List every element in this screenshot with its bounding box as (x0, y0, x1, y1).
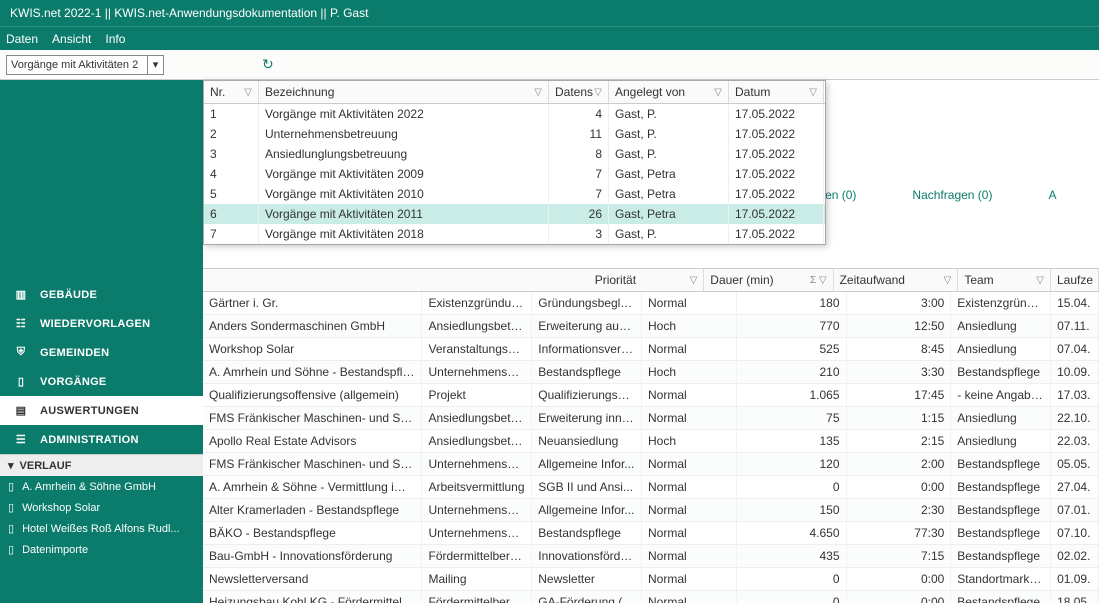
sidebar-item-label: GEBÄUDE (40, 289, 97, 301)
table-row[interactable]: A. Amrhein & Söhne - Vermittlung im R...… (203, 476, 1099, 499)
report-selector[interactable]: Vorgänge mit Aktivitäten 2 ▾ (6, 55, 164, 75)
nav-icon: ▤ (12, 404, 30, 417)
chevron-down-icon[interactable]: ▾ (147, 56, 163, 74)
filter-icon[interactable]: ▽ (534, 87, 542, 98)
table-row[interactable]: Anders Sondermaschinen GmbHAnsiedlungsbe… (203, 315, 1099, 338)
filter-icon[interactable]: Σ ▽ (810, 275, 827, 286)
dropdown-row[interactable]: 7Vorgänge mit Aktivitäten 20183Gast, P.1… (204, 224, 825, 244)
table-row[interactable]: NewsletterversandMailingNewsletterNormal… (203, 568, 1099, 591)
menu-daten[interactable]: Daten (6, 32, 38, 46)
sidebar-item-gebäude[interactable]: ▥ GEBÄUDE (0, 280, 203, 309)
table-row[interactable]: FMS Fränkischer Maschinen- und Stahl...U… (203, 453, 1099, 476)
table-row[interactable]: Heizungsbau Kohl KG - Fördermittelber...… (203, 591, 1099, 603)
nav-icon: ▥ (12, 288, 30, 301)
sidebar-item-auswertungen[interactable]: ▤ AUSWERTUNGEN (0, 396, 203, 425)
table-row[interactable]: Apollo Real Estate AdvisorsAnsiedlungsbe… (203, 430, 1099, 453)
nav-icon: ☰ (12, 433, 30, 446)
table-row[interactable]: FMS Fränkischer Maschinen- und Stahl...A… (203, 407, 1099, 430)
sidebar-item-wiedervorlagen[interactable]: ☷ WIEDERVORLAGEN (0, 309, 203, 338)
history-item[interactable]: ▯Datenimporte (0, 539, 203, 560)
menu-bar: Daten Ansicht Info (0, 26, 1099, 50)
tab-more[interactable]: A (1020, 182, 1084, 208)
document-icon: ▯ (8, 480, 14, 493)
filter-icon[interactable]: ▽ (594, 87, 602, 98)
nav-icon: ▯ (12, 375, 30, 388)
report-dropdown[interactable]: Nr.▽ Bezeichnung▽ Datens▽ Angelegt von▽ … (203, 80, 826, 245)
chevron-down-icon: ▾ (8, 459, 14, 472)
menu-ansicht[interactable]: Ansicht (52, 32, 91, 46)
sidebar-item-label: ADMINISTRATION (40, 434, 139, 446)
grid-header: Priorität▽ Dauer (min)Σ ▽ Zeitaufwand▽ T… (203, 268, 1099, 292)
dropdown-row[interactable]: 5Vorgänge mit Aktivitäten 20107Gast, Pet… (204, 184, 825, 204)
dropdown-row[interactable]: 3Ansiedlunglungsbetreuung8Gast, P.17.05.… (204, 144, 825, 164)
filter-icon[interactable]: ▽ (690, 275, 698, 286)
nav-icon: ⛨ (12, 346, 30, 359)
dropdown-row[interactable]: 1Vorgänge mit Aktivitäten 20224Gast, P.1… (204, 104, 825, 124)
filter-icon[interactable]: ▽ (944, 275, 952, 286)
table-row[interactable]: BÄKO - BestandspflegeUnternehmensbe...Be… (203, 522, 1099, 545)
filter-icon[interactable]: ▽ (809, 87, 817, 98)
nav-icon: ☷ (12, 317, 30, 330)
menu-info[interactable]: Info (105, 32, 125, 46)
table-row[interactable]: Gärtner i. Gr.Existenzgründun...Gründung… (203, 292, 1099, 315)
tab-nachfragen[interactable]: Nachfragen (0) (884, 182, 1020, 208)
history-item[interactable]: ▯A. Amrhein & Söhne GmbH (0, 476, 203, 497)
sidebar-item-gemeinden[interactable]: ⛨ GEMEINDEN (0, 338, 203, 367)
content-area: Vorgänge (26) Aktivitäten (0) Nachfragen… (203, 80, 1099, 603)
table-row[interactable]: Bau-GmbH - InnovationsförderungFördermit… (203, 545, 1099, 568)
sidebar-item-label: GEMEINDEN (40, 347, 109, 359)
sidebar-item-label: WIEDERVORLAGEN (40, 318, 150, 330)
sidebar-item-administration[interactable]: ☰ ADMINISTRATION (0, 425, 203, 454)
filter-icon[interactable]: ▽ (1036, 275, 1044, 286)
filter-icon[interactable]: ▽ (714, 87, 722, 98)
dropdown-row[interactable]: 2Unternehmensbetreuung11Gast, P.17.05.20… (204, 124, 825, 144)
filter-icon[interactable]: ▽ (244, 87, 252, 98)
table-row[interactable]: A. Amrhein und Söhne - BestandspflegeUnt… (203, 361, 1099, 384)
document-icon: ▯ (8, 501, 14, 514)
history-item[interactable]: ▯Hotel Weißes Roß Alfons Rudl... (0, 518, 203, 539)
sidebar: ▥ GEBÄUDE ☷ WIEDERVORLAGEN ⛨ GEMEINDEN ▯ VORGÄN… (0, 80, 203, 603)
sidebar-item-label: AUSWERTUNGEN (40, 405, 139, 417)
sidebar-item-label: VORGÄNGE (40, 376, 107, 388)
refresh-icon[interactable]: ↻ (262, 56, 274, 73)
history-item[interactable]: ▯Workshop Solar (0, 497, 203, 518)
dropdown-header: Nr.▽ Bezeichnung▽ Datens▽ Angelegt von▽ … (204, 81, 825, 104)
table-row[interactable]: Workshop SolarVeranstaltungsor...Informa… (203, 338, 1099, 361)
table-row[interactable]: Alter Kramerladen - BestandspflegeUntern… (203, 499, 1099, 522)
document-icon: ▯ (8, 543, 14, 556)
sidebar-item-vorgänge[interactable]: ▯ VORGÄNGE (0, 367, 203, 396)
report-selector-text: Vorgänge mit Aktivitäten 2 (7, 59, 147, 71)
window-title: KWIS.net 2022-1 || KWIS.net-Anwendungsdo… (0, 0, 1099, 26)
toolbar: Vorgänge mit Aktivitäten 2 ▾ ↻ (0, 50, 1099, 80)
dropdown-row[interactable]: 6Vorgänge mit Aktivitäten 201126Gast, Pe… (204, 204, 825, 224)
grid-body[interactable]: Gärtner i. Gr.Existenzgründun...Gründung… (203, 292, 1099, 603)
dropdown-row[interactable]: 4Vorgänge mit Aktivitäten 20097Gast, Pet… (204, 164, 825, 184)
document-icon: ▯ (8, 522, 14, 535)
table-row[interactable]: Qualifizierungsoffensive (allgemein)Proj… (203, 384, 1099, 407)
history-header[interactable]: ▾ VERLAUF (0, 454, 203, 476)
